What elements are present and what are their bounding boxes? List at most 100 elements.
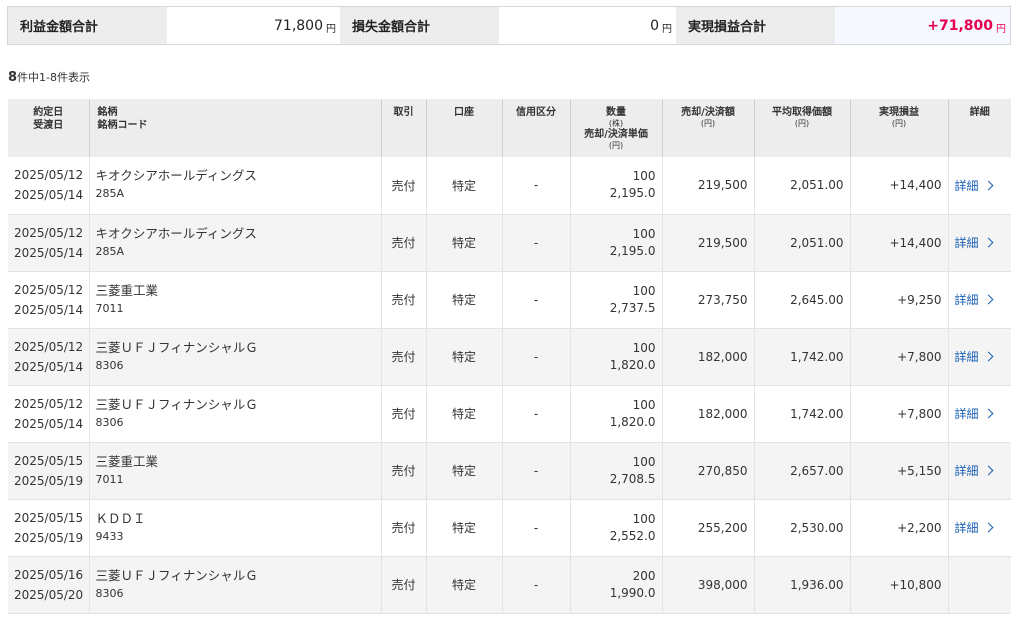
detail-link[interactable]: 詳細 — [955, 179, 993, 193]
profit-total-label: 利益金額合計 — [8, 7, 167, 44]
trade-type: 売付 — [380, 499, 426, 557]
col-qty: 数量 (株) 売却/決済単価 (円) — [569, 99, 662, 157]
account-type: 特定 — [425, 214, 502, 272]
stock-cell: 三菱ＵＦＪフィナンシャルＧ 8306 — [88, 385, 381, 443]
trade-dates: 2025/05/12 2025/05/14 — [8, 157, 89, 215]
credit-type: - — [501, 442, 570, 500]
credit-type: - — [501, 214, 570, 272]
detail-cell: 詳細 — [947, 328, 1011, 386]
detail-link[interactable]: 詳細 — [955, 350, 993, 364]
account-type: 特定 — [425, 385, 502, 443]
credit-type: - — [501, 271, 570, 329]
col-detail: 詳細 — [947, 99, 1011, 157]
qty-price: 100 1,820.0 — [569, 385, 662, 443]
detail-link[interactable]: 詳細 — [955, 236, 993, 250]
table-row: 2025/05/12 2025/05/14 三菱ＵＦＪフィナンシャルＧ 8306 売… — [8, 385, 1011, 443]
realized-pl: +5,150 — [849, 442, 948, 500]
detail-link[interactable]: 詳細 — [955, 464, 993, 478]
sale-amount: 398,000 — [661, 556, 754, 614]
avg-cost: 2,645.00 — [753, 271, 850, 329]
sale-amount: 273,750 — [661, 271, 754, 329]
stock-cell: 三菱重工業 7011 — [88, 271, 381, 329]
chevron-right-icon — [983, 180, 993, 191]
realized-total-value: +71,800 円 — [835, 7, 1010, 44]
loss-total-value: 0円 — [499, 7, 676, 44]
table-row: 2025/05/16 2025/05/20 三菱ＵＦＪフィナンシャルＧ 8306 売… — [8, 556, 1011, 614]
trade-type: 売付 — [380, 556, 426, 614]
col-avg-cost: 平均取得価額 (円) — [753, 99, 850, 157]
trade-dates: 2025/05/15 2025/05/19 — [8, 442, 89, 500]
col-dates: 約定日 受渡日 — [8, 99, 89, 157]
detail-link[interactable]: 詳細 — [955, 521, 993, 535]
trade-dates: 2025/05/15 2025/05/19 — [8, 499, 89, 557]
table-row: 2025/05/12 2025/05/14 三菱ＵＦＪフィナンシャルＧ 8306 売… — [8, 328, 1011, 386]
credit-type: - — [501, 157, 570, 215]
trade-dates: 2025/05/12 2025/05/14 — [8, 385, 89, 443]
col-account: 口座 — [425, 99, 502, 157]
avg-cost: 2,657.00 — [753, 442, 850, 500]
trade-dates: 2025/05/12 2025/05/14 — [8, 328, 89, 386]
chevron-right-icon — [983, 237, 993, 248]
table-row: 2025/05/12 2025/05/14 三菱重工業 7011 売付 特定 - 1… — [8, 271, 1011, 329]
sale-amount: 182,000 — [661, 328, 754, 386]
result-count: 8件中1-8件表示 — [8, 70, 91, 85]
chevron-right-icon — [983, 465, 993, 476]
sale-amount: 255,200 — [661, 499, 754, 557]
table-row: 2025/05/15 2025/05/19 ＫＤＤＩ 9433 売付 特定 - 10… — [8, 499, 1011, 557]
col-credit: 信用区分 — [501, 99, 570, 157]
account-type: 特定 — [425, 271, 502, 329]
credit-type: - — [501, 556, 570, 614]
avg-cost: 2,051.00 — [753, 214, 850, 272]
chevron-right-icon — [983, 522, 993, 533]
realized-pl: +7,800 — [849, 328, 948, 386]
detail-cell-empty — [947, 556, 1011, 614]
detail-cell: 詳細 — [947, 499, 1011, 557]
stock-cell: 三菱重工業 7011 — [88, 442, 381, 500]
trade-type: 売付 — [380, 385, 426, 443]
detail-cell: 詳細 — [947, 442, 1011, 500]
detail-cell: 詳細 — [947, 385, 1011, 443]
sale-amount: 182,000 — [661, 385, 754, 443]
sale-amount: 219,500 — [661, 157, 754, 215]
qty-price: 100 2,708.5 — [569, 442, 662, 500]
account-type: 特定 — [425, 442, 502, 500]
realized-pl: +14,400 — [849, 214, 948, 272]
trade-type: 売付 — [380, 442, 426, 500]
detail-link[interactable]: 詳細 — [955, 407, 993, 421]
avg-cost: 1,742.00 — [753, 385, 850, 443]
trade-dates: 2025/05/12 2025/05/14 — [8, 214, 89, 272]
qty-price: 100 1,820.0 — [569, 328, 662, 386]
detail-link[interactable]: 詳細 — [955, 293, 993, 307]
table-row: 2025/05/12 2025/05/14 キオクシアホールディングス 285A 売… — [8, 157, 1011, 215]
table-row: 2025/05/12 2025/05/14 キオクシアホールディングス 285A 売… — [8, 214, 1011, 272]
col-trade: 取引 — [380, 99, 426, 157]
stock-cell: ＫＤＤＩ 9433 — [88, 499, 381, 557]
realized-total-label: 実現損益合計 — [676, 7, 835, 44]
detail-cell: 詳細 — [947, 157, 1011, 215]
table-row: 2025/05/15 2025/05/19 三菱重工業 7011 売付 特定 - 1… — [8, 442, 1011, 500]
realized-pl: +14,400 — [849, 157, 948, 215]
account-type: 特定 — [425, 499, 502, 557]
qty-price: 100 2,195.0 — [569, 214, 662, 272]
col-realized-pl: 実現損益 (円) — [849, 99, 948, 157]
realized-pl: +9,250 — [849, 271, 948, 329]
pl-summary-bar: 利益金額合計 71,800 円 損失金額合計 0円 実現損益合計 +71,800 円 — [7, 6, 1011, 45]
loss-total-label: 損失金額合計 — [340, 7, 499, 44]
col-stock: 銘柄 銘柄コード — [88, 99, 381, 157]
credit-type: - — [501, 385, 570, 443]
trade-history-table: 約定日 受渡日 銘柄 銘柄コード 取引 口座 信用区分 数量 (株) 売却/決済単価 (円… — [8, 99, 1011, 614]
qty-price: 100 2,552.0 — [569, 499, 662, 557]
qty-price: 100 2,737.5 — [569, 271, 662, 329]
table-header-row: 約定日 受渡日 銘柄 銘柄コード 取引 口座 信用区分 数量 (株) 売却/決済単価 (円… — [8, 99, 1011, 157]
qty-price: 200 1,990.0 — [569, 556, 662, 614]
stock-cell: キオクシアホールディングス 285A — [88, 214, 381, 272]
trade-dates: 2025/05/16 2025/05/20 — [8, 556, 89, 614]
trade-type: 売付 — [380, 328, 426, 386]
account-type: 特定 — [425, 328, 502, 386]
trade-type: 売付 — [380, 271, 426, 329]
account-type: 特定 — [425, 556, 502, 614]
detail-cell: 詳細 — [947, 271, 1011, 329]
qty-price: 100 2,195.0 — [569, 157, 662, 215]
credit-type: - — [501, 499, 570, 557]
credit-type: - — [501, 328, 570, 386]
